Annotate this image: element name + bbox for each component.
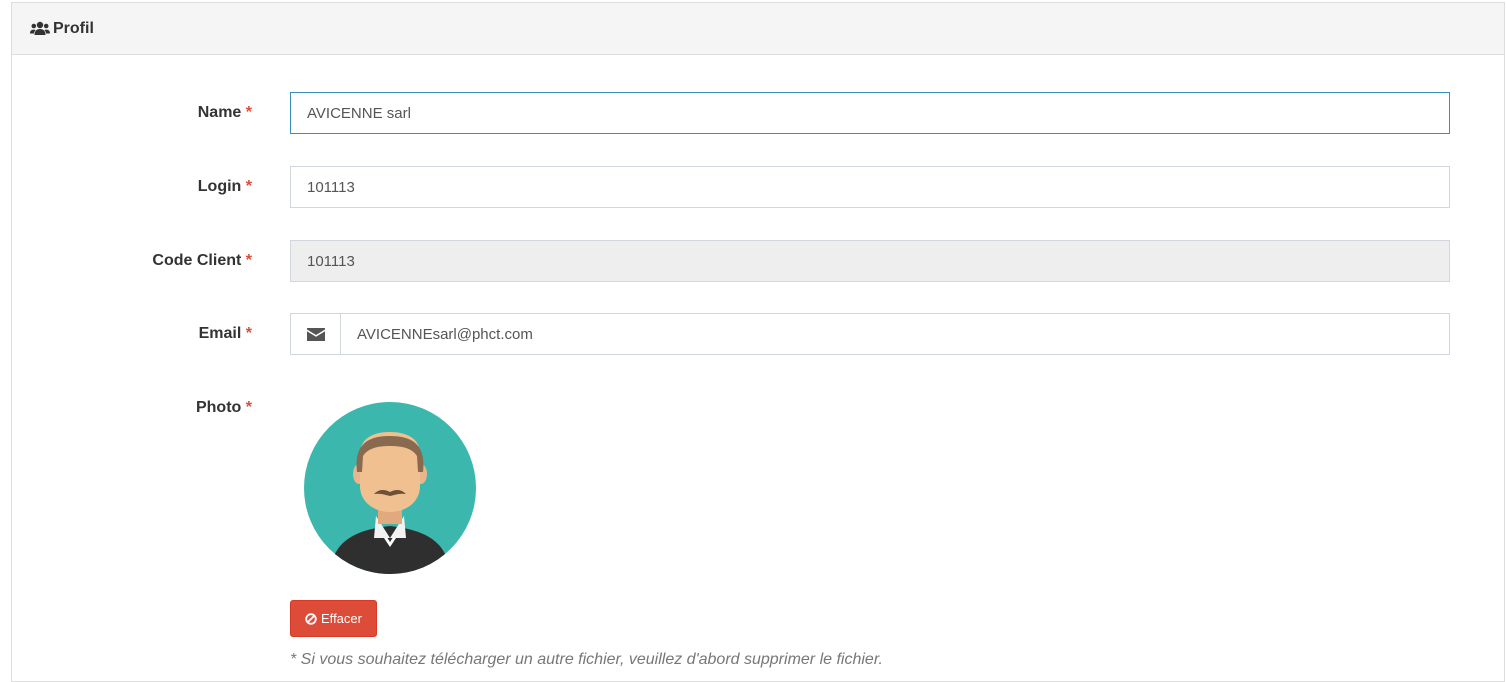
login-row: Login * [12,166,1504,208]
photo-row: Photo * [12,387,1504,429]
envelope-icon [290,313,340,355]
ban-icon [305,612,317,625]
name-row: Name * [12,92,1504,134]
clear-button-label: Effacer [321,611,362,626]
required-marker: * [245,104,252,121]
help-text: * Si vous souhaitez télécharger un autre… [290,651,883,668]
code-client-input [290,240,1450,282]
login-label: Login * [198,166,252,208]
name-input[interactable] [290,92,1450,134]
code-client-label-text: Code Client [152,252,242,269]
email-label: Email * [199,313,252,355]
required-marker: * [245,252,252,269]
name-label-text: Name [197,104,242,121]
panel-title: Profil [53,19,94,37]
profile-panel: Profil Name * Login * Code Client * Emai… [11,2,1505,682]
login-label-text: Login [197,178,242,195]
required-marker: * [245,178,252,195]
photo-label-text: Photo [195,399,242,416]
login-input[interactable] [290,166,1450,208]
name-label: Name * [198,92,252,134]
code-client-label: Code Client * [152,240,252,282]
photo-label: Photo * [196,387,252,429]
email-label-text: Email [198,325,242,342]
required-marker: * [245,325,252,342]
email-input[interactable] [340,313,1450,355]
avatar [304,402,476,574]
email-input-group [290,313,1450,355]
clear-button[interactable]: Effacer [290,600,377,637]
required-marker: * [245,399,252,416]
code-client-row: Code Client * [12,240,1504,282]
users-icon [30,21,50,37]
email-row: Email * [12,313,1504,355]
panel-heading: Profil [12,3,1504,55]
